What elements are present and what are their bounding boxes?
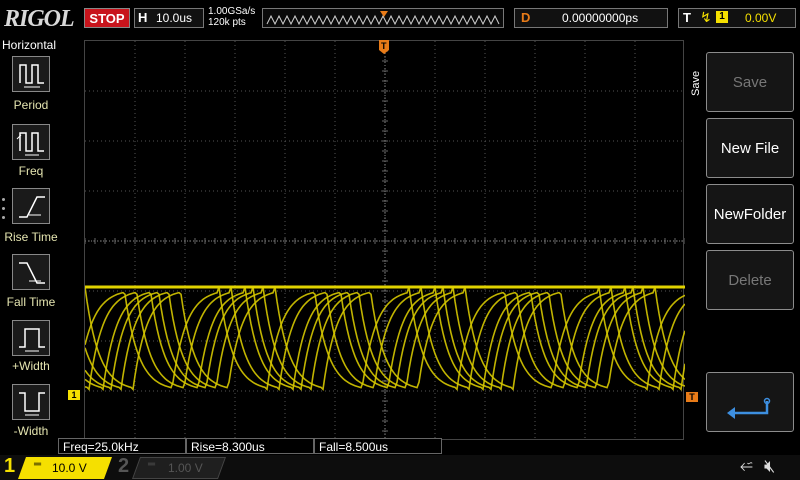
rigol-logo: RIGOL: [4, 6, 75, 32]
rise-time-label: Rise Time: [4, 230, 58, 244]
ch1-coupling-icon: ═: [34, 459, 42, 470]
delay-value: 0.00000000ps: [562, 11, 639, 25]
fall-time-icon: [19, 262, 45, 284]
ch2-coupling-icon: ═: [148, 459, 156, 470]
waveform-display[interactable]: [84, 40, 685, 441]
return-button[interactable]: [706, 372, 794, 432]
negative-width-icon: [19, 392, 45, 416]
ch1-scale: 10.0 V: [52, 461, 87, 475]
trigger-level: 0.00V: [745, 11, 777, 25]
run-stop-status[interactable]: STOP: [84, 8, 130, 28]
trigger-source: 1: [716, 11, 728, 23]
sample-rate: 1.00GSa/s: [208, 6, 256, 17]
ch2-number[interactable]: 2: [118, 455, 129, 478]
negative-width-label: -Width: [13, 424, 49, 438]
frequency-label: Freq: [18, 164, 44, 178]
period-icon: [19, 64, 44, 88]
positive-width-label: +Width: [12, 359, 50, 373]
fall-time-button[interactable]: [12, 254, 50, 290]
rise-time-button[interactable]: [12, 188, 50, 224]
rise-time-icon: [19, 196, 45, 218]
positive-width-button[interactable]: [12, 320, 50, 356]
trigger-label: T: [683, 10, 691, 25]
negative-width-button[interactable]: [12, 384, 50, 420]
measurement-fall-time: Fall=8.500us: [314, 438, 442, 454]
positive-width-icon: [19, 328, 45, 352]
speaker-muted-icon[interactable]: 🔇︎: [764, 456, 775, 477]
menu-page-indicator: [2, 198, 6, 225]
period-button[interactable]: [12, 56, 50, 92]
trigger-level-marker[interactable]: T: [686, 392, 698, 402]
period-label: Period: [13, 98, 49, 112]
memory-overview-graphic: [266, 11, 500, 26]
measurement-rise-time: Rise=8.300us: [186, 438, 314, 454]
memory-depth: 120k pts: [208, 17, 246, 28]
trigger-position-label: T: [381, 41, 387, 51]
delete-button[interactable]: Delete: [706, 250, 794, 310]
measurement-frequency: Freq=25.0kHz: [58, 438, 186, 454]
trigger-box[interactable]: [678, 8, 796, 28]
new-file-button[interactable]: New File: [706, 118, 794, 178]
ch1-ground-marker[interactable]: 1: [68, 390, 80, 400]
delay-label: D: [521, 10, 531, 25]
ch1-number[interactable]: 1: [4, 455, 15, 478]
menu-title: Horizontal: [2, 38, 57, 52]
rising-edge-icon: ↯: [700, 9, 712, 25]
usb-icon: ⭁: [740, 458, 753, 475]
fall-time-label: Fall Time: [6, 295, 56, 309]
save-button[interactable]: Save: [706, 52, 794, 112]
right-menu-title: Save: [690, 70, 702, 96]
new-folder-button[interactable]: NewFolder: [706, 184, 794, 244]
memory-waveform-overview: [262, 8, 504, 28]
return-arrow-icon: [727, 397, 771, 419]
frequency-icon: [16, 132, 44, 156]
graticule: [85, 41, 685, 441]
horizontal-label: H: [138, 10, 148, 25]
frequency-button[interactable]: [12, 124, 50, 160]
ch2-scale: 1.00 V: [168, 461, 203, 475]
timebase-value: 10.0us: [156, 11, 193, 25]
